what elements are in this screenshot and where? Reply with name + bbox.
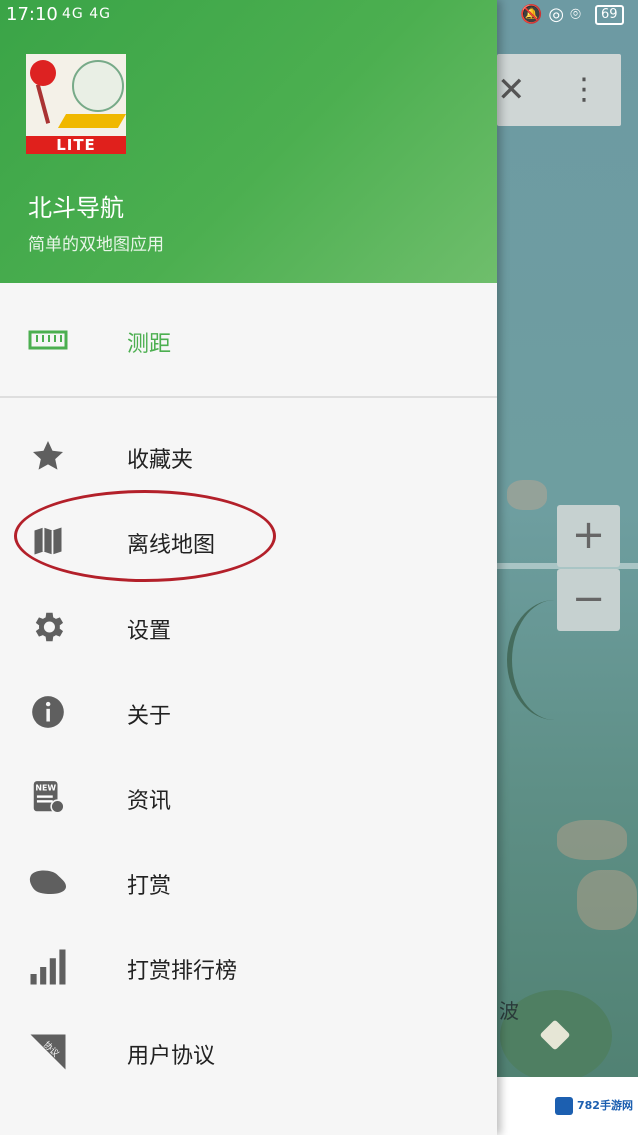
drawer-item-measure[interactable]: 测距	[0, 300, 497, 380]
battery-indicator: 69	[594, 4, 624, 25]
money-icon	[26, 862, 70, 902]
drawer-item-label: 用户协议	[127, 1044, 216, 1069]
app-logo: LITE	[26, 54, 126, 154]
watermark-text: 782手游网	[577, 1099, 633, 1112]
bar-chart-icon	[26, 947, 70, 987]
info-icon	[26, 692, 70, 732]
drawer-item-label: 打赏排行榜	[127, 959, 238, 984]
drawer-item-favorites[interactable]: 收藏夹	[0, 416, 497, 496]
agreement-icon: 协议	[26, 1032, 70, 1072]
turn-arrow-icon	[539, 1019, 571, 1051]
drawer-header: LITE 北斗导航 简单的双地图应用	[0, 0, 497, 283]
drawer-item-label: 设置	[127, 619, 172, 644]
network-indicator: 4G 4G	[62, 6, 111, 22]
lock-icon: ◎	[548, 4, 565, 25]
ruler-icon	[26, 320, 70, 360]
drawer-item-leaderboard[interactable]: 打赏排行榜	[0, 927, 497, 1007]
map-view[interactable]	[497, 0, 638, 1135]
status-icons: 🔕 ◎ ⌾ 69	[520, 4, 624, 25]
bolt-icon	[57, 114, 126, 128]
gear-icon	[26, 607, 70, 647]
highlight-ring	[14, 490, 276, 582]
map-place-label: 波	[499, 999, 519, 1023]
navigation-drawer: LITE 北斗导航 简单的双地图应用 测距 收藏夹 离线地图 设置 关于 NEW…	[0, 0, 497, 1135]
close-icon[interactable]: ✕	[497, 70, 527, 110]
more-vert-icon[interactable]: ⋮	[569, 68, 599, 112]
svg-text:NEW: NEW	[35, 784, 56, 793]
drawer-item-label: 测距	[127, 332, 172, 357]
pin-stick	[35, 84, 51, 124]
watermark: 782手游网	[497, 1077, 638, 1135]
map-region	[557, 820, 627, 860]
star-icon	[26, 436, 70, 476]
drawer-item-label: 收藏夹	[127, 448, 194, 473]
app-subtitle: 简单的双地图应用	[28, 235, 164, 255]
news-icon: NEW	[26, 777, 70, 817]
drawer-item-about[interactable]: 关于	[0, 672, 497, 752]
watermark-logo-icon	[555, 1097, 573, 1115]
map-region	[507, 480, 547, 510]
drawer-item-agreement[interactable]: 协议 用户协议	[0, 1012, 497, 1092]
status-time: 17:10	[6, 4, 58, 25]
bell-off-icon: 🔕	[520, 4, 543, 25]
lite-badge: LITE	[26, 136, 126, 154]
map-search-bar: ✕ ⋮	[497, 54, 621, 126]
pin-icon	[30, 60, 56, 86]
drawer-item-label: 关于	[127, 704, 172, 729]
drawer-item-label: 打赏	[127, 874, 172, 899]
map-region	[577, 870, 637, 930]
location-icon: ⌾	[570, 4, 581, 25]
status-bar: 17:10 4G 4G 🔕 ◎ ⌾ 69	[0, 0, 638, 30]
compass-icon	[72, 60, 124, 112]
drawer-item-tip[interactable]: 打赏	[0, 842, 497, 922]
drawer-item-settings[interactable]: 设置	[0, 587, 497, 667]
zoom-out-button[interactable]: −	[557, 569, 620, 631]
zoom-in-button[interactable]: +	[557, 505, 620, 567]
drawer-divider	[0, 396, 497, 398]
drawer-item-label: 资讯	[127, 789, 172, 814]
app-name: 北斗导航	[28, 194, 124, 222]
drawer-item-news[interactable]: NEW 资讯	[0, 757, 497, 837]
